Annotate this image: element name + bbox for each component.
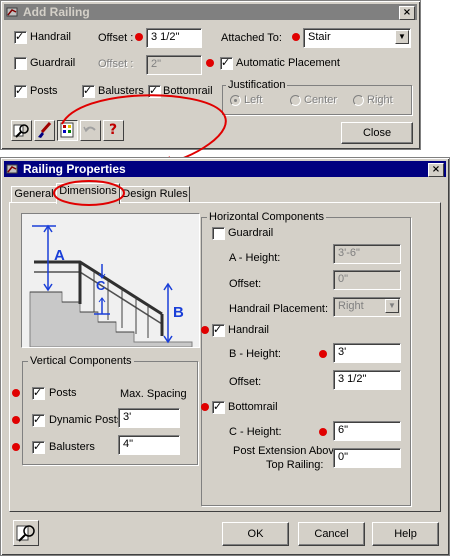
close-icon[interactable]: × — [428, 163, 444, 177]
annotation-dot — [12, 416, 20, 424]
a-height-label: A - Height: — [229, 252, 281, 264]
b-height-input[interactable]: 3' — [333, 343, 401, 363]
vc-dynamic-posts-checkbox[interactable]: ✓ — [32, 413, 45, 427]
b-height-label: B - Height: — [229, 348, 281, 360]
diagram-label-a: A — [54, 247, 65, 264]
railing-properties-title: Railing Properties — [23, 162, 126, 176]
help-button[interactable]: Help — [372, 522, 439, 546]
c-height-input[interactable]: 6" — [333, 421, 401, 441]
annotation-dot — [201, 403, 209, 411]
horizontal-components-title: Horizontal Components — [207, 211, 326, 223]
hc-handrail-label: Handrail — [228, 324, 269, 336]
railing-properties-titlebar[interactable]: Railing Properties × — [4, 161, 446, 177]
railing-properties-dialog: Railing Properties × General Dimensions … — [0, 157, 450, 556]
a-height-input[interactable]: 3'-6" — [333, 244, 401, 264]
max-spacing-label: Max. Spacing — [120, 388, 187, 400]
handrail-placement-label: Handrail Placement: — [229, 303, 329, 315]
vc-balusters-spacing-input[interactable]: 4" — [118, 435, 180, 455]
handrail-offset-label: Offset: — [229, 376, 262, 388]
hc-handrail-checkbox[interactable]: ✓ — [212, 323, 225, 337]
guardrail-offset-input[interactable]: 0" — [333, 270, 401, 290]
vc-balusters-checkbox[interactable]: ✓ — [32, 440, 45, 454]
annotation-ellipse — [53, 180, 125, 206]
hc-bottomrail-checkbox[interactable]: ✓ — [212, 400, 225, 414]
diagram-label-b: B — [173, 304, 184, 321]
hc-bottomrail-label: Bottomrail — [228, 401, 278, 413]
annotation-dot — [201, 326, 209, 334]
handrail-placement-select[interactable]: Right ▼ — [333, 297, 401, 317]
cancel-button[interactable]: Cancel — [298, 522, 365, 546]
vc-dynamic-posts-label: Dynamic Posts — [49, 414, 123, 426]
vc-balusters-label: Balusters — [49, 441, 95, 453]
handrail-placement-value: Right — [338, 300, 364, 312]
stair-railing-illustration — [22, 214, 199, 348]
post-extension-label-1: Post Extension Above — [233, 445, 341, 457]
guardrail-offset-label: Offset: — [229, 278, 262, 290]
vc-posts-checkbox[interactable]: ✓ — [32, 386, 45, 400]
vc-posts-label: Posts — [49, 387, 77, 399]
c-height-label: C - Height: — [229, 426, 282, 438]
post-extension-label-2: Top Railing: — [266, 459, 324, 471]
handrail-offset-input[interactable]: 3 1/2" — [333, 370, 401, 390]
match-properties-button[interactable] — [13, 520, 39, 546]
vc-dynamic-posts-spacing-input[interactable]: 3' — [118, 408, 180, 428]
chevron-down-icon[interactable]: ▼ — [385, 299, 399, 313]
railing-app-icon — [6, 164, 18, 174]
diagram-label-c: C — [96, 278, 106, 293]
match-icon — [16, 525, 35, 542]
stair-diagram: A C B — [21, 213, 200, 348]
tab-design-rules[interactable]: Design Rules — [120, 186, 190, 203]
annotation-dot — [12, 389, 20, 397]
vertical-components-title: Vertical Components — [28, 355, 134, 367]
annotation-dot — [319, 350, 327, 358]
post-extension-input[interactable]: 0" — [333, 448, 401, 468]
annotation-dot — [319, 428, 327, 436]
ok-button[interactable]: OK — [222, 522, 289, 546]
annotation-dot — [12, 443, 20, 451]
hc-guardrail-label: Guardrail — [228, 227, 274, 239]
hc-guardrail-checkbox[interactable] — [212, 227, 225, 240]
